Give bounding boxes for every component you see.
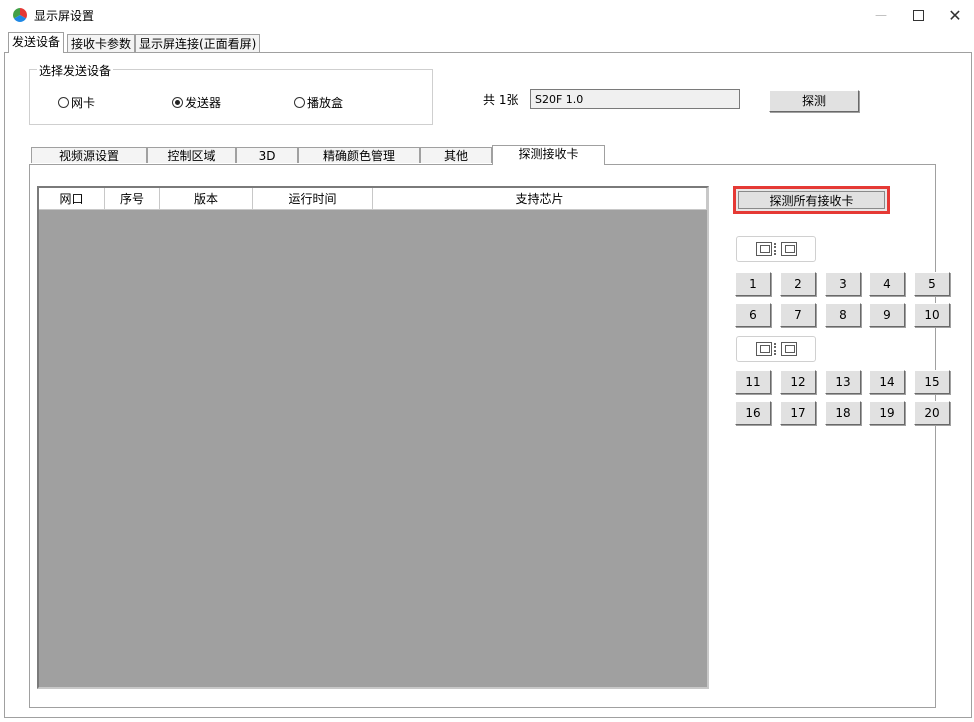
device-info-field[interactable]: S20F 1.0	[530, 89, 740, 109]
port-group-1[interactable]	[736, 236, 816, 262]
receiver-button-7[interactable]: 7	[780, 303, 816, 327]
port-group-2[interactable]	[736, 336, 816, 362]
radio-label: 网卡	[71, 96, 96, 110]
receiver-button-13[interactable]: 13	[825, 370, 861, 394]
maximize-button[interactable]	[900, 0, 936, 30]
receiver-button-12[interactable]: 12	[780, 370, 816, 394]
port-icon	[755, 242, 772, 256]
radio-player-box[interactable]: 播放盒	[294, 94, 343, 111]
window-title: 显示屏设置	[34, 9, 95, 23]
minimize-icon: —	[875, 8, 887, 22]
subtab-detect-receiver[interactable]: 探测接收卡	[492, 145, 605, 165]
subtab-3d[interactable]: 3D	[236, 147, 298, 163]
app-logo-icon	[13, 8, 27, 22]
column-header-runtime[interactable]: 运行时间	[253, 188, 373, 210]
device-count-label: 共 1张	[483, 93, 519, 107]
radio-label: 播放盒	[307, 96, 344, 110]
receiver-button-9[interactable]: 9	[869, 303, 905, 327]
detect-all-label: 探测所有接收卡	[738, 191, 885, 209]
table-header: 网口 序号 版本 运行时间 支持芯片	[39, 188, 707, 210]
receiver-button-15[interactable]: 15	[914, 370, 950, 394]
receiver-button-2[interactable]: 2	[780, 272, 816, 296]
separator-icon	[773, 243, 779, 255]
close-icon: ✕	[948, 5, 962, 25]
column-header-index[interactable]: 序号	[105, 188, 160, 210]
column-header-port[interactable]: 网口	[39, 188, 105, 210]
port-icon	[780, 342, 797, 356]
receiver-button-1[interactable]: 1	[735, 272, 771, 296]
receiver-button-20[interactable]: 20	[914, 401, 950, 425]
receiver-button-10[interactable]: 10	[914, 303, 950, 327]
subtab-video-source[interactable]: 视频源设置	[31, 147, 147, 163]
receiver-button-8[interactable]: 8	[825, 303, 861, 327]
close-button[interactable]: ✕	[937, 0, 973, 30]
receiver-button-11[interactable]: 11	[735, 370, 771, 394]
column-header-version[interactable]: 版本	[160, 188, 253, 210]
receiver-button-6[interactable]: 6	[735, 303, 771, 327]
separator-icon	[773, 343, 779, 355]
receiver-table[interactable]	[37, 186, 709, 689]
subtab-control-area[interactable]: 控制区域	[147, 147, 236, 163]
receiver-button-19[interactable]: 19	[869, 401, 905, 425]
title-bar	[0, 0, 974, 30]
detect-button[interactable]: 探测	[769, 90, 859, 112]
radio-label: 发送器	[185, 96, 222, 110]
receiver-button-18[interactable]: 18	[825, 401, 861, 425]
radio-network-card[interactable]: 网卡	[58, 94, 95, 111]
sender-group-legend: 选择发送设备	[37, 62, 114, 79]
receiver-button-3[interactable]: 3	[825, 272, 861, 296]
tab-receiver-params[interactable]: 接收卡参数	[67, 34, 136, 53]
column-header-chip[interactable]: 支持芯片	[373, 188, 707, 210]
radio-sender[interactable]: 发送器	[172, 94, 221, 111]
receiver-button-17[interactable]: 17	[780, 401, 816, 425]
radio-on-icon	[172, 97, 183, 108]
receiver-button-16[interactable]: 16	[735, 401, 771, 425]
port-icon	[780, 242, 797, 256]
radio-off-icon	[58, 97, 69, 108]
subtab-other[interactable]: 其他	[420, 147, 492, 163]
detect-all-receivers-button[interactable]: 探测所有接收卡	[733, 186, 890, 214]
subtab-color-management[interactable]: 精确颜色管理	[298, 147, 420, 163]
tab-sender-device[interactable]: 发送设备	[8, 32, 65, 53]
port-icon	[755, 342, 772, 356]
minimize-button[interactable]: —	[863, 0, 899, 30]
radio-off-icon	[294, 97, 305, 108]
receiver-button-5[interactable]: 5	[914, 272, 950, 296]
receiver-button-4[interactable]: 4	[869, 272, 905, 296]
maximize-icon	[912, 9, 924, 21]
receiver-button-14[interactable]: 14	[869, 370, 905, 394]
tab-screen-connection[interactable]: 显示屏连接(正面看屏)	[135, 34, 261, 53]
